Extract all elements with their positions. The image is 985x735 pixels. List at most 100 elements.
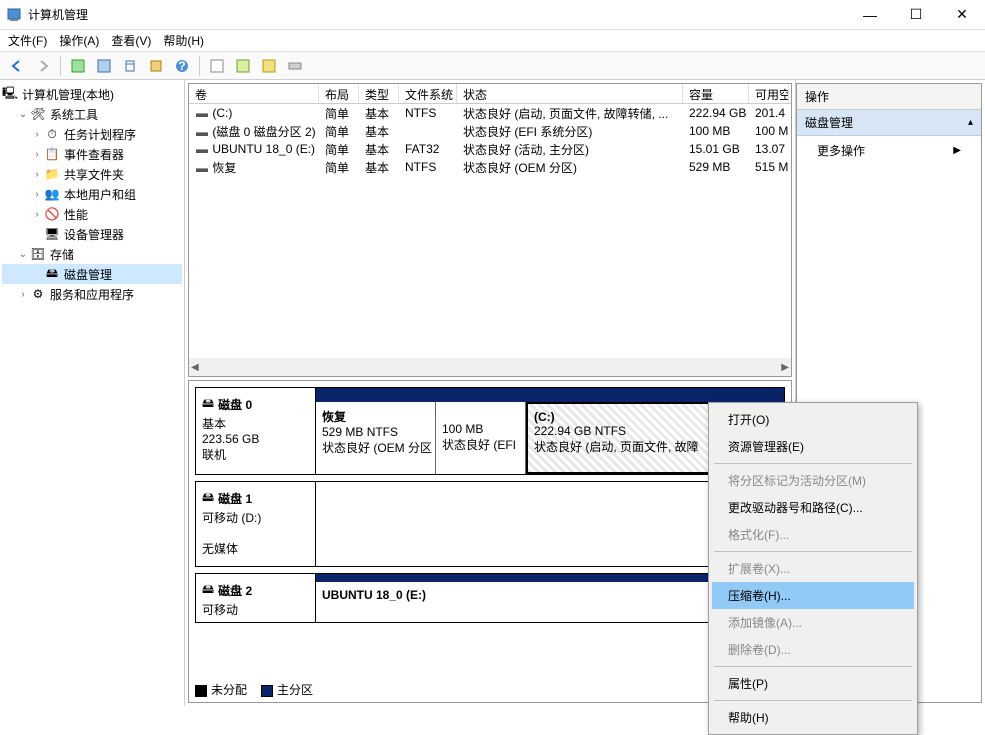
separator — [714, 666, 912, 667]
separator — [714, 700, 912, 701]
tb-icon-1[interactable] — [67, 55, 89, 77]
menu-view[interactable]: 查看(V) — [111, 32, 151, 49]
tb-icon-5[interactable] — [206, 55, 228, 77]
cm-properties[interactable]: 属性(P) — [712, 670, 914, 697]
tree-system-tools[interactable]: ⌄ 🛠 系统工具 — [2, 104, 182, 124]
actions-sub[interactable]: 磁盘管理 ▴ — [797, 110, 981, 136]
tree-services[interactable]: › ⚙ 服务和应用程序 — [2, 284, 182, 304]
computer-icon: 🖳 — [2, 86, 18, 102]
legend: 未分配 主分区 — [195, 681, 313, 698]
cm-mirror: 添加镜像(A)... — [712, 609, 914, 636]
menu-bar: 文件(F) 操作(A) 查看(V) 帮助(H) — [0, 30, 985, 52]
maximize-button[interactable]: ☐ — [893, 0, 939, 30]
menu-file[interactable]: 文件(F) — [8, 32, 47, 49]
performance-icon: 🚫 — [44, 206, 60, 222]
cm-extend: 扩展卷(X)... — [712, 555, 914, 582]
tb-icon-2[interactable] — [93, 55, 115, 77]
expander-icon[interactable]: › — [30, 169, 44, 180]
svg-text:?: ? — [178, 59, 185, 73]
expander-icon[interactable]: ⌄ — [16, 109, 30, 120]
tb-icon-4[interactable] — [145, 55, 167, 77]
expander-icon[interactable]: › — [30, 189, 44, 200]
menu-action[interactable]: 操作(A) — [59, 32, 99, 49]
title-bar: 计算机管理 — ☐ ✕ — [0, 0, 985, 30]
col-free[interactable]: 可用空间 — [749, 84, 789, 103]
app-icon — [6, 7, 22, 23]
col-status[interactable]: 状态 — [457, 84, 683, 103]
volume-table: 卷 布局 类型 文件系统 状态 容量 可用空间 ▬ (C:)简单基本NTFS状态… — [188, 83, 792, 377]
tb-icon-7[interactable] — [258, 55, 280, 77]
partition-recovery[interactable]: 恢复 529 MB NTFS 状态良好 (OEM 分区 — [316, 402, 436, 474]
cm-change-letter[interactable]: 更改驱动器号和路径(C)... — [712, 494, 914, 521]
cm-explorer[interactable]: 资源管理器(E) — [712, 433, 914, 460]
disk-icon: 🖴 — [202, 488, 214, 509]
toolbar: ? — [0, 52, 985, 80]
scroll-left-icon[interactable]: ◀ — [191, 362, 199, 373]
tree-disk-management[interactable]: 🖴 磁盘管理 — [2, 264, 182, 284]
scroll-right-icon[interactable]: ▶ — [781, 362, 789, 373]
tree-root[interactable]: 🖳 计算机管理(本地) — [2, 84, 182, 104]
clock-icon: ⏱ — [44, 126, 60, 142]
volume-icon: ▬ — [195, 142, 209, 156]
menu-help[interactable]: 帮助(H) — [163, 32, 204, 49]
tb-icon-3[interactable] — [119, 55, 141, 77]
expander-icon[interactable]: › — [30, 149, 44, 160]
disk-graph: 🖴磁盘 0 基本 223.56 GB 联机 恢复 529 MB NTFS 状态良… — [188, 380, 792, 703]
close-button[interactable]: ✕ — [939, 0, 985, 30]
storage-icon: 🗄 — [30, 246, 46, 262]
tree-device-manager[interactable]: 🖥 设备管理器 — [2, 224, 182, 244]
tree-event-viewer[interactable]: › 📋 事件查看器 — [2, 144, 182, 164]
tb-icon-6[interactable] — [232, 55, 254, 77]
expander-icon[interactable]: › — [30, 209, 44, 220]
disk-0-row[interactable]: 🖴磁盘 0 基本 223.56 GB 联机 恢复 529 MB NTFS 状态良… — [195, 387, 785, 475]
tb-icon-8[interactable] — [284, 55, 306, 77]
help-icon[interactable]: ? — [171, 55, 193, 77]
expander-icon[interactable]: ⌄ — [16, 249, 30, 260]
cm-shrink[interactable]: 压缩卷(H)... — [712, 582, 914, 609]
tools-icon: 🛠 — [30, 106, 46, 122]
tree-performance[interactable]: › 🚫 性能 — [2, 204, 182, 224]
col-layout[interactable]: 布局 — [319, 84, 359, 103]
back-button[interactable] — [6, 55, 28, 77]
disk-icon: 🖴 — [202, 394, 214, 415]
tree-storage[interactable]: ⌄ 🗄 存储 — [2, 244, 182, 264]
disk-icon: 🖴 — [44, 266, 60, 282]
collapse-icon[interactable]: ▴ — [968, 117, 973, 128]
actions-more[interactable]: 更多操作 ▶ — [797, 136, 981, 165]
table-row[interactable]: ▬ (C:)简单基本NTFS状态良好 (启动, 页面文件, 故障转储, ...2… — [189, 104, 791, 122]
legend-primary-swatch — [261, 685, 273, 697]
disk-0-label: 🖴磁盘 0 基本 223.56 GB 联机 — [196, 388, 316, 474]
event-icon: 📋 — [44, 146, 60, 162]
table-row[interactable]: ▬ (磁盘 0 磁盘分区 2)简单基本状态良好 (EFI 系统分区)100 MB… — [189, 122, 791, 140]
col-type[interactable]: 类型 — [359, 84, 399, 103]
col-volume[interactable]: 卷 — [189, 84, 319, 103]
main-panel: 卷 布局 类型 文件系统 状态 容量 可用空间 ▬ (C:)简单基本NTFS状态… — [185, 80, 796, 706]
separator — [714, 463, 912, 464]
table-row[interactable]: ▬ UBUNTU 18_0 (E:)简单基本FAT32状态良好 (活动, 主分区… — [189, 140, 791, 158]
col-fs[interactable]: 文件系统 — [399, 84, 457, 103]
volume-icon: ▬ — [195, 161, 209, 175]
disk-icon: 🖴 — [202, 580, 214, 601]
minimize-button[interactable]: — — [847, 0, 893, 30]
forward-button[interactable] — [32, 55, 54, 77]
cm-help[interactable]: 帮助(H) — [712, 704, 914, 731]
cm-delete: 删除卷(D)... — [712, 636, 914, 663]
col-capacity[interactable]: 容量 — [683, 84, 749, 103]
table-row[interactable]: ▬ 恢复简单基本NTFS状态良好 (OEM 分区)529 MB515 M — [189, 158, 791, 176]
folder-icon: 📁 — [44, 166, 60, 182]
cm-format: 格式化(F)... — [712, 521, 914, 548]
separator — [714, 551, 912, 552]
services-icon: ⚙ — [30, 286, 46, 302]
horizontal-scrollbar[interactable]: ◀ ▶ — [189, 358, 791, 376]
cm-open[interactable]: 打开(O) — [712, 406, 914, 433]
disk-1-row[interactable]: 🖴磁盘 1 可移动 (D:) 无媒体 — [195, 481, 785, 567]
tree-shared-folders[interactable]: › 📁 共享文件夹 — [2, 164, 182, 184]
expander-icon[interactable]: › — [30, 129, 44, 140]
window-title: 计算机管理 — [28, 6, 847, 23]
tree-task-scheduler[interactable]: › ⏱ 任务计划程序 — [2, 124, 182, 144]
tree-local-users[interactable]: › 👥 本地用户和组 — [2, 184, 182, 204]
partition-efi[interactable]: 100 MB 状态良好 (EFI — [436, 402, 526, 474]
disk-2-row[interactable]: 🖴磁盘 2 可移动 UBUNTU 18_0 (E:) — [195, 573, 785, 623]
disk-bar — [316, 388, 784, 402]
expander-icon[interactable]: › — [16, 289, 30, 300]
